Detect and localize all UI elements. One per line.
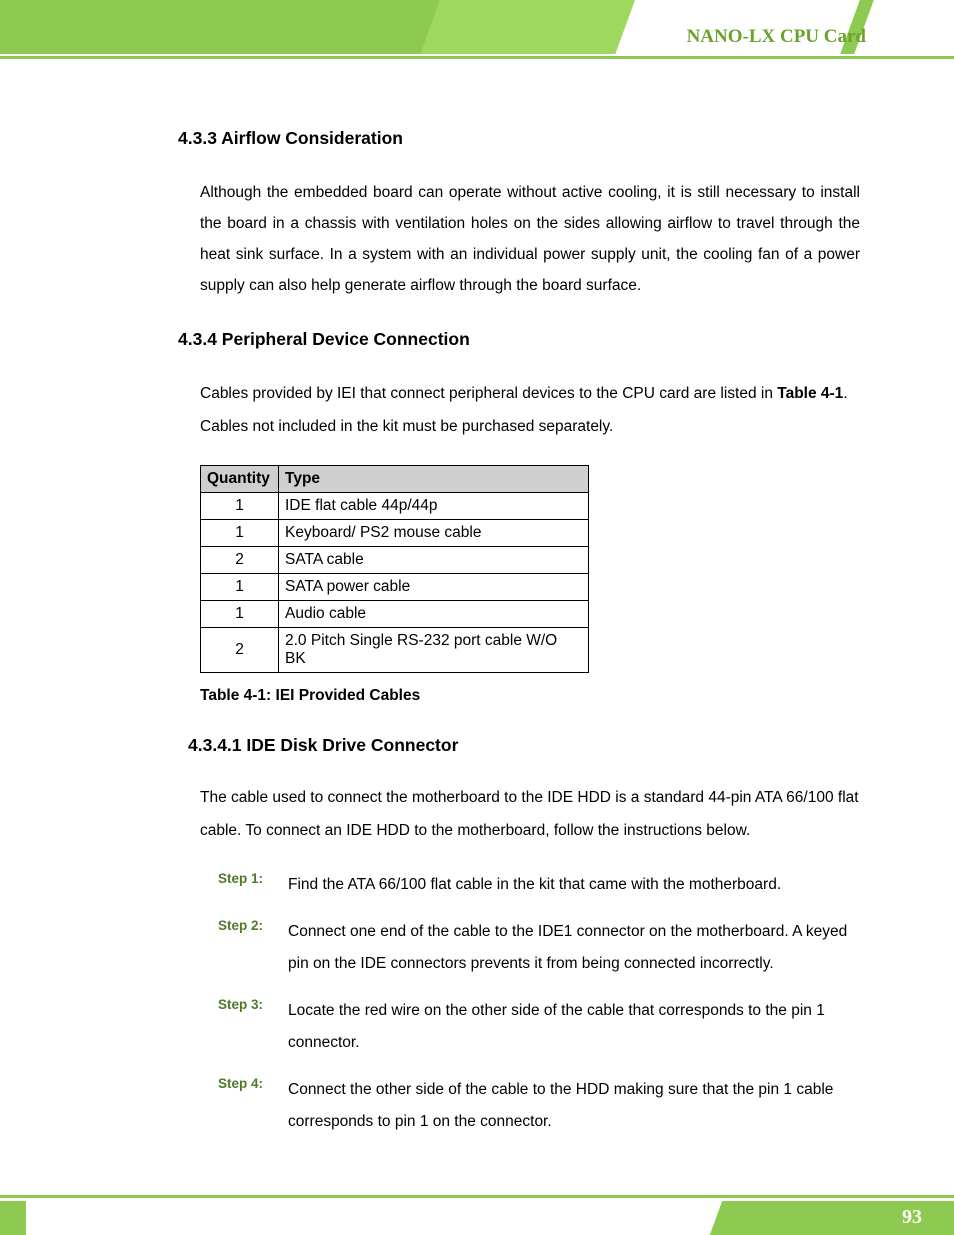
page-header: NANO-LX CPU Card <box>0 0 954 54</box>
table-row: 22.0 Pitch Single RS-232 port cable W/O … <box>201 628 589 673</box>
footer-bg-left <box>0 1201 26 1235</box>
table-row: 1Audio cable <box>201 601 589 628</box>
heading-434: 4.3.4 Peripheral Device Connection <box>178 329 868 350</box>
cell-qty: 2 <box>201 628 279 673</box>
table-caption: Table 4-1: IEI Provided Cables <box>200 687 868 705</box>
header-rule <box>0 56 954 59</box>
step-label: Step 1: <box>218 869 288 902</box>
step-text: Connect the other side of the cable to t… <box>288 1074 868 1139</box>
footer-bg-mid <box>40 1201 740 1235</box>
page-footer: 93 <box>0 1195 954 1235</box>
step-text: Connect one end of the cable to the IDE1… <box>288 916 868 981</box>
cell-type: IDE flat cable 44p/44p <box>279 493 589 520</box>
page-number: 93 <box>902 1206 922 1229</box>
cell-type: Audio cable <box>279 601 589 628</box>
step-label: Step 2: <box>218 916 288 981</box>
cell-type: SATA power cable <box>279 574 589 601</box>
step-item: Step 1: Find the ATA 66/100 flat cable i… <box>218 869 868 902</box>
cell-qty: 2 <box>201 547 279 574</box>
heading-433: 4.3.3 Airflow Consideration <box>178 128 868 149</box>
cell-type: SATA cable <box>279 547 589 574</box>
step-item: Step 4: Connect the other side of the ca… <box>218 1074 868 1139</box>
cell-type: Keyboard/ PS2 mouse cable <box>279 520 589 547</box>
paragraph-4341: The cable used to connect the motherboar… <box>200 782 860 847</box>
table-header-row: Quantity Type <box>201 466 589 493</box>
paragraph-434-intro: Cables provided by IEI that connect peri… <box>200 378 860 443</box>
cell-qty: 1 <box>201 520 279 547</box>
table-row: 2SATA cable <box>201 547 589 574</box>
step-label: Step 4: <box>218 1074 288 1139</box>
step-text: Find the ATA 66/100 flat cable in the ki… <box>288 869 868 902</box>
heading-4341: 4.3.4.1 IDE Disk Drive Connector <box>188 735 868 756</box>
step-item: Step 2: Connect one end of the cable to … <box>218 916 868 981</box>
table-wrap: Quantity Type 1IDE flat cable 44p/44p 1K… <box>200 465 868 673</box>
content-area: 4.3.3 Airflow Consideration Although the… <box>178 128 868 1153</box>
table-row: 1SATA power cable <box>201 574 589 601</box>
step-item: Step 3: Locate the red wire on the other… <box>218 995 868 1060</box>
header-title: NANO-LX CPU Card <box>687 26 866 48</box>
step-label: Step 3: <box>218 995 288 1060</box>
paragraph-433: Although the embedded board can operate … <box>200 177 860 301</box>
steps-list: Step 1: Find the ATA 66/100 flat cable i… <box>218 869 868 1139</box>
th-quantity: Quantity <box>201 466 279 493</box>
th-type: Type <box>279 466 589 493</box>
cables-table: Quantity Type 1IDE flat cable 44p/44p 1K… <box>200 465 589 673</box>
page: NANO-LX CPU Card 4.3.3 Airflow Considera… <box>0 0 954 1235</box>
intro-pre: Cables provided by IEI that connect peri… <box>200 385 777 402</box>
cell-qty: 1 <box>201 574 279 601</box>
intro-ref: Table 4-1 <box>777 385 843 402</box>
table-row: 1Keyboard/ PS2 mouse cable <box>201 520 589 547</box>
cell-qty: 1 <box>201 493 279 520</box>
table-row: 1IDE flat cable 44p/44p <box>201 493 589 520</box>
footer-rule <box>0 1195 954 1198</box>
step-text: Locate the red wire on the other side of… <box>288 995 868 1060</box>
header-bg-mid <box>420 0 635 54</box>
header-bg-left <box>0 0 440 54</box>
cell-qty: 1 <box>201 601 279 628</box>
cell-type: 2.0 Pitch Single RS-232 port cable W/O B… <box>279 628 589 673</box>
